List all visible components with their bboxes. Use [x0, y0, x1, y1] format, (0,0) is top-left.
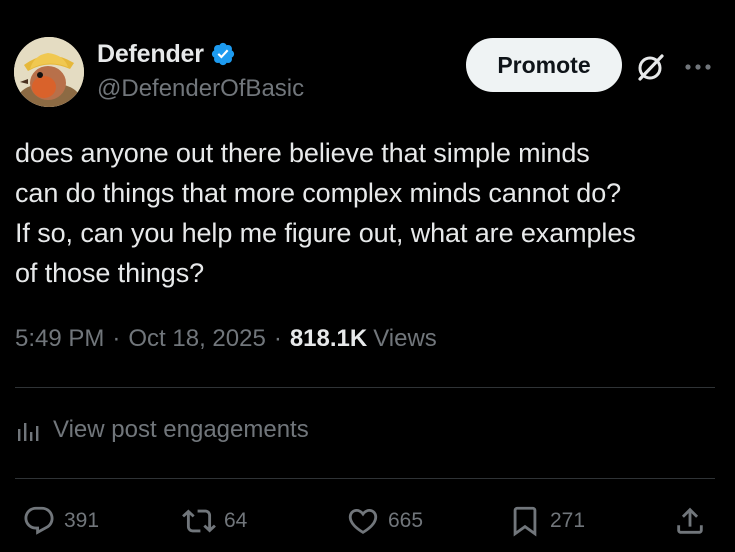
post-time[interactable]: 5:49 PM: [15, 325, 104, 353]
reply-icon: [24, 506, 54, 535]
post-text: does anyone out there believe that simpl…: [15, 138, 636, 288]
more-icon[interactable]: [683, 52, 713, 82]
repost-button[interactable]: 64: [182, 500, 247, 542]
repost-count: 64: [224, 509, 248, 532]
views-label: Views: [373, 325, 437, 352]
post-metadata: 5:49 PM · Oct 18, 2025 · 818.1K Views: [15, 325, 437, 353]
share-icon: [677, 507, 703, 534]
meta-separator: ·: [112, 325, 121, 352]
like-count: 665: [388, 509, 424, 532]
avatar[interactable]: [14, 37, 84, 107]
verified-badge-icon: [210, 41, 236, 67]
bookmark-button[interactable]: 271: [508, 500, 585, 542]
divider: [15, 387, 715, 388]
share-button[interactable]: [673, 500, 715, 542]
view-engagements-label[interactable]: View post engagements: [53, 416, 309, 444]
post-date[interactable]: Oct 18, 2025: [128, 325, 265, 353]
bookmark-icon: [513, 506, 537, 537]
bookmark-count: 271: [550, 509, 586, 532]
action-bar: 391 64 665 271: [0, 500, 735, 542]
promote-button[interactable]: Promote: [466, 38, 622, 92]
grok-icon[interactable]: [634, 50, 668, 84]
tweet-detail: Defender @DefenderOfBasic Promote does a…: [0, 0, 735, 552]
repost-icon: [182, 509, 216, 533]
divider: [15, 478, 715, 479]
reply-count: 391: [64, 509, 100, 532]
like-button[interactable]: 665: [346, 500, 423, 542]
reply-button[interactable]: 391: [22, 500, 99, 542]
view-engagements-link[interactable]: View post engagements: [15, 416, 309, 444]
meta-separator: ·: [273, 325, 282, 352]
bird-with-hat-avatar-icon: [14, 37, 84, 107]
heart-icon: [348, 508, 378, 534]
analytics-icon: [18, 423, 39, 441]
views-count: 818.1K: [289, 325, 368, 352]
author-handle[interactable]: @DefenderOfBasic: [97, 75, 304, 103]
author-display-name[interactable]: Defender: [97, 40, 204, 69]
author-name-row[interactable]: Defender: [97, 38, 236, 70]
